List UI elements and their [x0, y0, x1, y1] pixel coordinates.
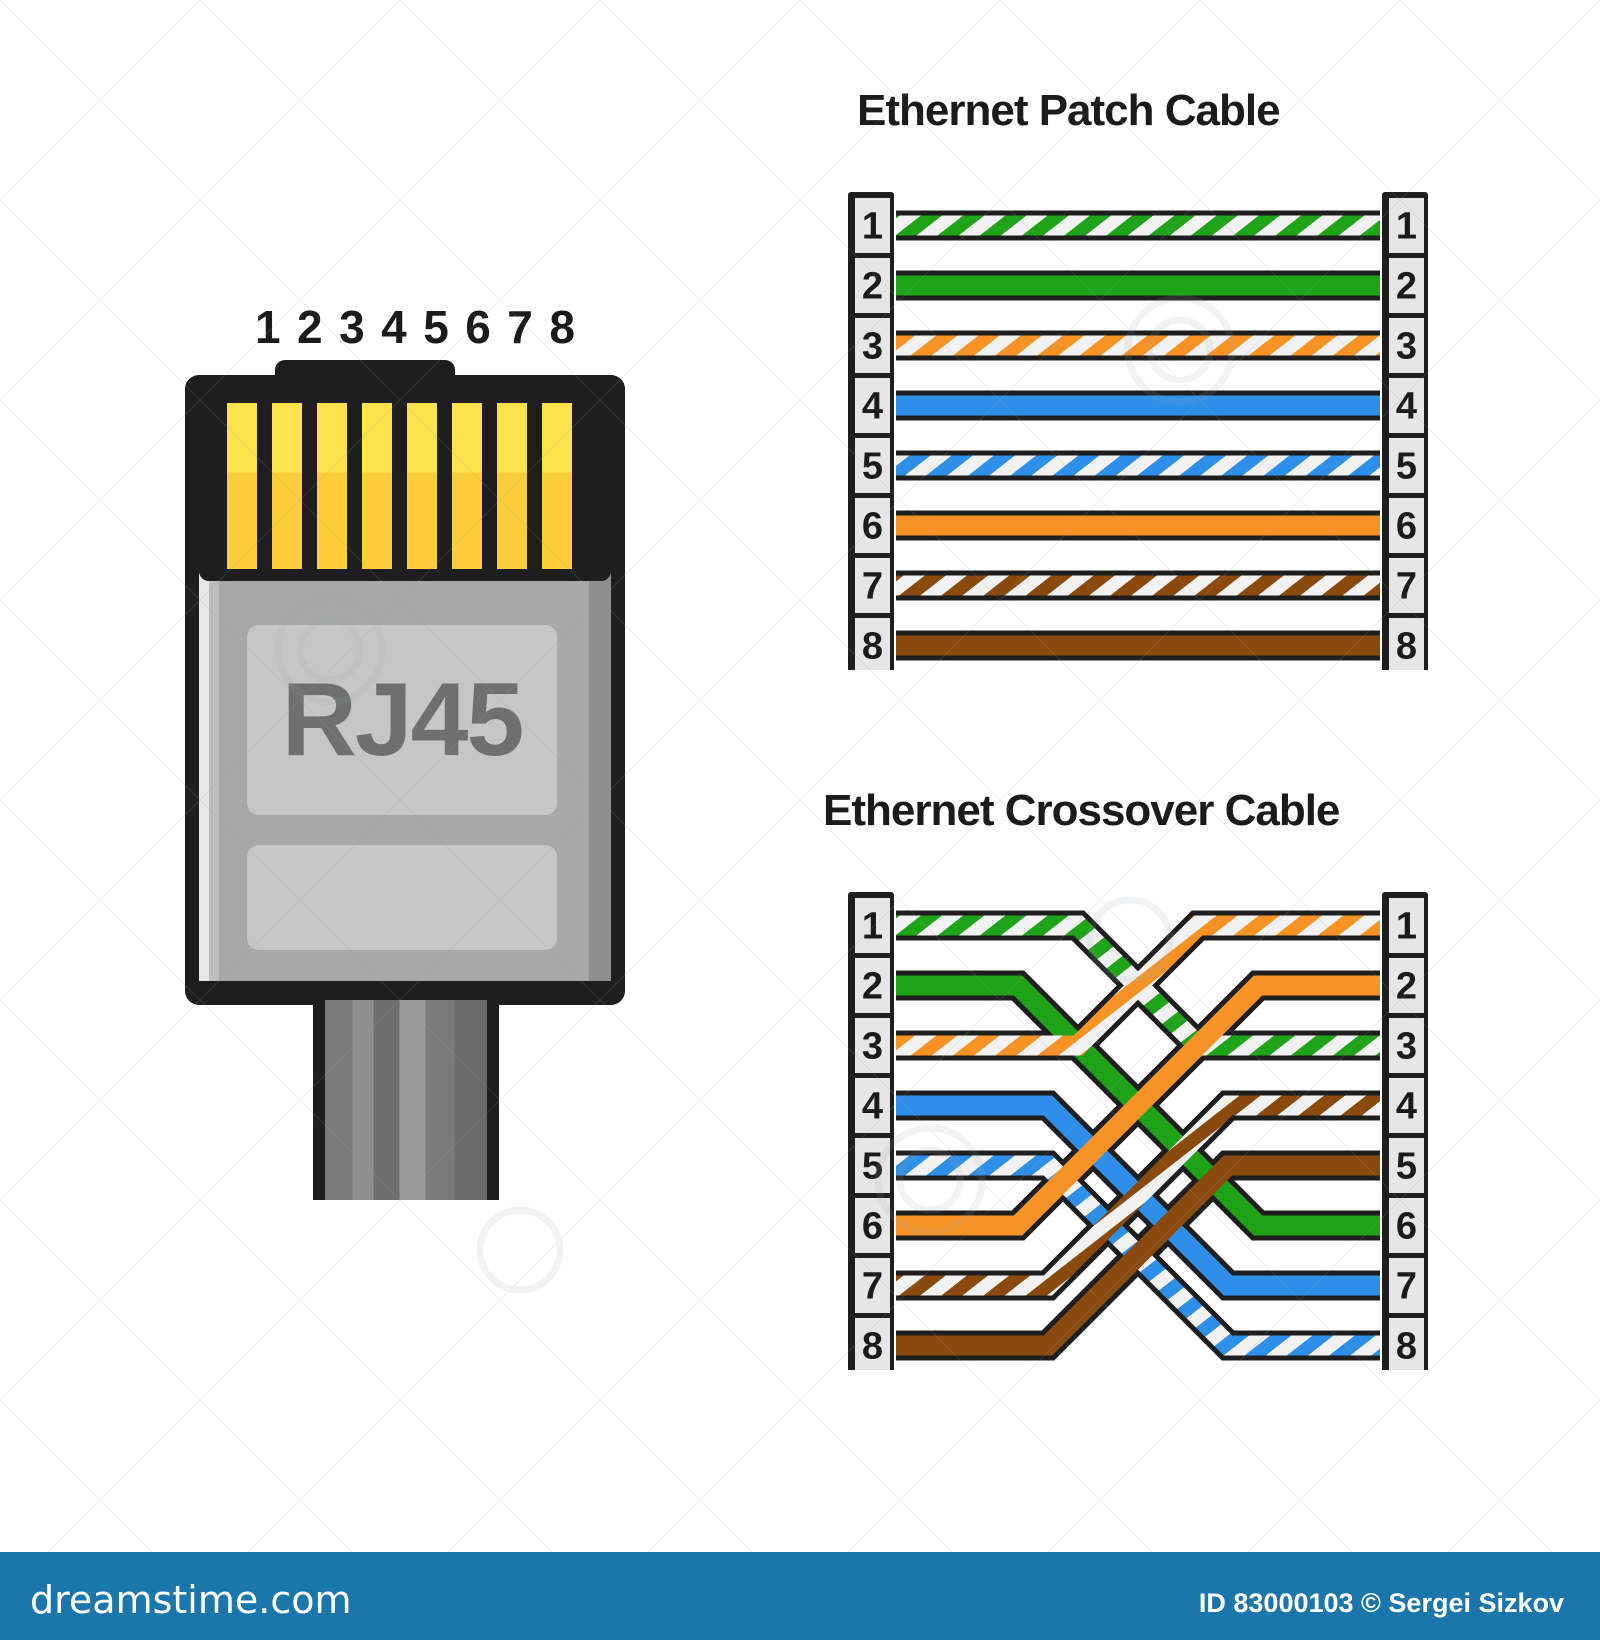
dreamstime-logo: dreamstime.com [30, 1578, 352, 1622]
pin-number-label-left-7: 7 [862, 566, 883, 608]
crossover-cable-diagram: 1 2 3 4 5 6 7 8 1 2 3 4 5 6 7 8 [848, 890, 1428, 1370]
pin-number-label-left-5: 5 [862, 1146, 883, 1188]
rj45-label: RJ45 [281, 661, 525, 778]
connector-pin-number-7: 7 [507, 301, 533, 353]
pin-number-label-left-3: 3 [862, 326, 883, 368]
pin-number-label-left-5: 5 [862, 446, 883, 488]
connector-pin-number-1: 1 [255, 301, 281, 353]
pin-number-label-right-7: 7 [1396, 566, 1417, 608]
connector-latch-tab [275, 360, 455, 390]
connector-pin-number-8: 8 [549, 301, 575, 353]
pin-number-label-right-8: 8 [1396, 626, 1417, 668]
image-credit: ID 83000103 © Sergei Sizkov [1198, 1588, 1564, 1618]
connector-gold-pin [227, 403, 257, 569]
pin-number-label-right-3: 3 [1396, 1026, 1417, 1068]
patch-cable-diagram: 1 2 3 4 5 6 7 8 1 2 3 4 5 6 7 8 [848, 190, 1428, 670]
connector-pin-number-5: 5 [423, 301, 449, 353]
pin-number-label-right-2: 2 [1396, 266, 1417, 308]
wire-group [896, 210, 1380, 661]
terminal-block-left: 1 2 3 4 5 6 7 8 [848, 192, 894, 670]
pin-number-label-right-2: 2 [1396, 966, 1417, 1008]
connector-gold-pin [497, 403, 527, 569]
pin-number-label-right-7: 7 [1396, 1266, 1417, 1308]
pin-number-label-right-4: 4 [1396, 1086, 1417, 1128]
connector-cable-jacket [325, 1000, 487, 1200]
pin-number-label-left-4: 4 [862, 386, 883, 428]
pin-number-label-left-2: 2 [862, 266, 883, 308]
connector-pin-number-3: 3 [339, 301, 365, 353]
pin-number-label-right-5: 5 [1396, 446, 1417, 488]
connector-gold-pin [317, 403, 347, 569]
connector-gold-pin [362, 403, 392, 569]
pin-number-label-right-5: 5 [1396, 1146, 1417, 1188]
pin-number-label-right-4: 4 [1396, 386, 1417, 428]
terminal-block-right: 1 2 3 4 5 6 7 8 [1382, 892, 1428, 1370]
connector-pin-window [199, 391, 611, 581]
crossover-wiring-svg: 1 2 3 4 5 6 7 8 1 2 3 4 5 6 7 8 [848, 892, 1428, 1370]
pin-number-label-left-8: 8 [862, 1326, 883, 1368]
pin-number-label-left-3: 3 [862, 1026, 883, 1068]
pin-number-label-right-1: 1 [1396, 906, 1417, 948]
pin-number-label-left-1: 1 [862, 906, 883, 948]
connector-gold-pin [542, 403, 572, 569]
patch-cable-title: Ethernet Patch Cable [857, 86, 1281, 135]
illustration-canvas: 1 2 3 4 5 6 7 8 RJ45 Ethernet Patch Cabl… [0, 0, 1600, 1640]
pin-number-label-left-6: 6 [862, 506, 883, 548]
crossover-cable-title: Ethernet Crossover Cable [823, 786, 1340, 835]
pin-number-label-right-8: 8 [1396, 1326, 1417, 1368]
pin-number-label-right-3: 3 [1396, 326, 1417, 368]
connector-pin-number-2: 2 [297, 301, 323, 353]
pin-number-label-left-1: 1 [862, 206, 883, 248]
connector-gold-pin [407, 403, 437, 569]
connector-pin-number-row: 1 2 3 4 5 6 7 8 [255, 300, 575, 353]
connector-pin-number-6: 6 [465, 301, 491, 353]
wire-group [896, 910, 1380, 1361]
connector-label-panel: RJ45 [247, 625, 557, 815]
pin-number-label-left-6: 6 [862, 1206, 883, 1248]
pin-number-label-right-1: 1 [1396, 206, 1417, 248]
connector-lower-panel [247, 845, 557, 950]
terminal-block-left: 1 2 3 4 5 6 7 8 [848, 892, 894, 1370]
pin-number-label-left-7: 7 [862, 1266, 883, 1308]
connector-gold-pin [272, 403, 302, 569]
rj45-connector-illustration: 1 2 3 4 5 6 7 8 RJ45 [185, 300, 625, 1200]
pin-number-label-left-8: 8 [862, 626, 883, 668]
pin-number-label-left-4: 4 [862, 1086, 883, 1128]
pin-number-label-right-6: 6 [1396, 506, 1417, 548]
patch-wiring-svg: 1 2 3 4 5 6 7 8 1 2 3 4 5 6 7 8 [848, 192, 1428, 670]
terminal-block-right: 1 2 3 4 5 6 7 8 [1382, 192, 1428, 670]
pin-number-label-right-6: 6 [1396, 1206, 1417, 1248]
connector-pin-number-4: 4 [381, 301, 407, 353]
connector-housing: RJ45 [185, 360, 625, 1005]
pin-number-label-left-2: 2 [862, 966, 883, 1008]
connector-gold-pin [452, 403, 482, 569]
